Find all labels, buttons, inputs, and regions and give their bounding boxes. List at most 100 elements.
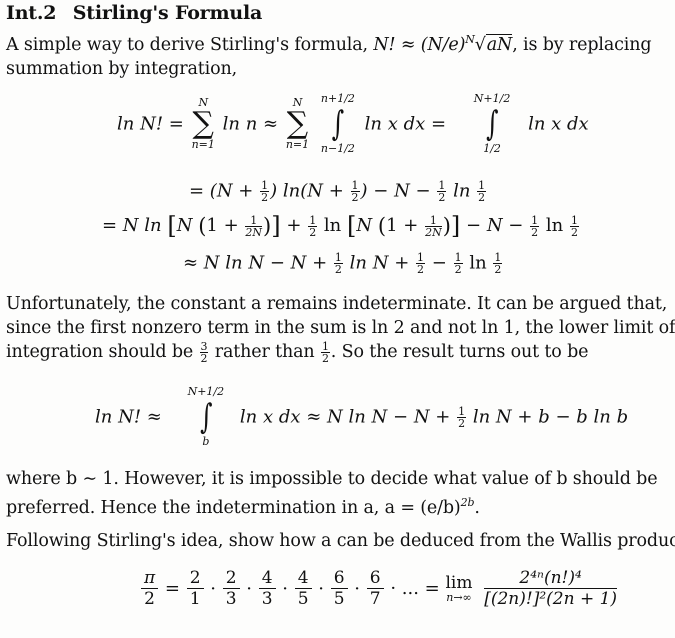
frac-den: 3 [225,589,237,609]
frac-den: 2 [458,416,466,430]
eq2-l1-part: ) ln(N + [270,180,350,202]
lim-label: lim [445,572,473,593]
frac-den: 2N [425,225,442,239]
frac-den: 2 [494,263,502,276]
half-fraction: 12 [493,252,503,276]
half-fraction: 12 [260,180,270,203]
section-title: Stirling's Formula [72,2,263,24]
intro-text-a: A simple way to derive Stirling's formul… [6,35,374,55]
one-over-2n-fraction: 1 2N [245,215,263,238]
limit-fraction: 2⁴ⁿ(n!)⁴ [(2n)!]²(2n + 1) [484,568,618,609]
sum1-lower-limit: n=1 [191,138,215,151]
paragraph-4: Following Stirling's idea, show how a ca… [6,529,675,553]
multiply-dot: · [312,578,330,599]
frac-den: 1 [189,589,201,609]
section-heading: Int.2 Stirling's Formula [6,2,262,24]
para3-text: preferred. Hence the indetermination in … [6,498,461,518]
paragraph-3: where b ∼ 1. However, it is impossible t… [6,467,658,520]
intro-text-b: , is by replacing [512,35,652,55]
para2-line-2: since the first nonzero term in the sum … [6,318,675,338]
wallis-product: π2 = 21 · 23 · 43 · 45 · 65 · 67 · ... =… [140,568,618,609]
frac-num: 6 [330,568,348,589]
one-over-2n-fraction: 1 2N [425,215,442,238]
approx-symbol: ≈ [400,35,416,55]
integral-operator-2: N+1/2 ∫ 1/2 [474,93,511,155]
ellipsis: · ... = [390,578,440,599]
eq3-integrand: ln x dx ≈ N ln N − N + [239,406,451,428]
frac-num: 1 [457,404,467,418]
left-paren: ( [377,214,387,238]
frac-den: 2 [570,225,578,239]
frac-den: 2 [309,225,317,239]
equation-2-line-3: ≈ N ln N − N + 12 ln N + 12 − 12 ln 12 [183,252,503,275]
half-fraction: 12 [416,252,426,275]
lim-subscript: n→∞ [446,590,472,604]
formula-exponent: N [465,33,475,46]
eq2-l1-part: ) − N − [360,180,437,202]
int2-lower-limit: 1/2 [483,142,501,155]
eq2-l2-part: = N ln [102,215,162,236]
equation-2-line-2: = N ln [N (1 + 1 2N)] + 12 ln [N (1 + 1 2N… [102,212,580,240]
wallis-factor: 43 [258,568,276,609]
equation-2-line-1: = (N + 1 2) ln(N + 1 2) − N − 12 ln 12 [189,180,487,203]
frac-num: 1 [308,213,318,227]
equation-1: ln N! = N ∑ n=1 ln n ≈ N ∑ n=1 n+1/2 ∫ n… [117,93,589,155]
limit-operator: lim n→∞ [445,572,473,604]
eq2-l2-part: − N − [466,215,524,236]
para2-line-1: Unfortunately, the constant a remains in… [6,294,668,314]
half-fraction: 12 [350,180,360,203]
equals-sign: = [164,578,181,599]
section-number: Int.2 [6,2,57,24]
formula-base: (N/e) [420,35,466,55]
frac-den: 2 [454,263,462,276]
frac-den: 2 [321,352,329,365]
half-fraction: 12 [320,341,330,365]
right-bracket: ] [450,212,461,240]
para2-text: integration should be [6,342,199,362]
eq2-l3-part: ≈ N ln N − N + [183,252,328,274]
para3-line-1: where b ∼ 1. However, it is impossible t… [6,469,658,489]
eq2-l3-part: ln N + [349,252,410,274]
eq2-l2-part: 1 + [206,215,239,236]
equation-3: ln N! ≈ N+1/2 ∫ b ln x dx ≈ N ln N − N +… [95,386,628,448]
half-fraction: 12 [569,215,579,239]
frac-num: 2⁴ⁿ(n!)⁴ [484,568,618,589]
eq2-l1-part: ln [447,180,477,202]
wallis-factor: 65 [330,568,348,609]
sum-icon: ∑ [192,106,214,141]
wallis-factor: 21 [186,568,204,609]
eq2-l2-part: + [286,215,302,236]
half-fraction: 12 [453,252,463,276]
para3-line-2: preferred. Hence the indetermination in … [6,491,657,520]
multiply-dot: · [276,578,294,599]
frac-den: 2 [531,225,539,239]
frac-den: 2 [144,589,155,609]
frac-den: 5 [297,589,309,609]
right-bracket: ] [271,212,281,240]
frac-num: 4 [258,568,276,589]
wallis-factor: 45 [294,568,312,609]
wallis-factor: 67 [366,568,384,609]
page: Int.2 Stirling's Formula A simple way to… [0,0,675,638]
half-fraction: 12 [477,180,487,203]
frac-num: 1 [245,215,263,227]
frac-den: 2 [200,352,208,365]
eq2-l3-part: − [431,252,447,274]
wallis-factor: 23 [222,568,240,609]
para3-text: . [474,498,480,518]
frac-den: 3 [261,589,273,609]
wallis-factors: 21 · 23 · 43 · 45 · 65 · 67 [186,568,385,609]
sum-operator-2: N ∑ n=1 [286,97,309,151]
frac-den: [(2n)!]²(2n + 1) [484,589,618,609]
frac-num: 4 [294,568,312,589]
sqrt-symbol: √ [474,35,486,55]
para2-line-3: integration should be 32 rather than 12.… [6,340,675,364]
half-fraction: 12 [457,404,467,430]
eq2-l2-part: ln [323,215,342,236]
para4-line-1: Following Stirling's idea, show how a ca… [6,531,675,551]
frac-num: 2 [222,568,240,589]
integral-operator-3: N+1/2 ∫ b [188,386,225,448]
eq2-l2-part: N [356,215,373,236]
pi-over-2-fraction: π2 [141,568,159,609]
frac-num: π [141,568,159,589]
